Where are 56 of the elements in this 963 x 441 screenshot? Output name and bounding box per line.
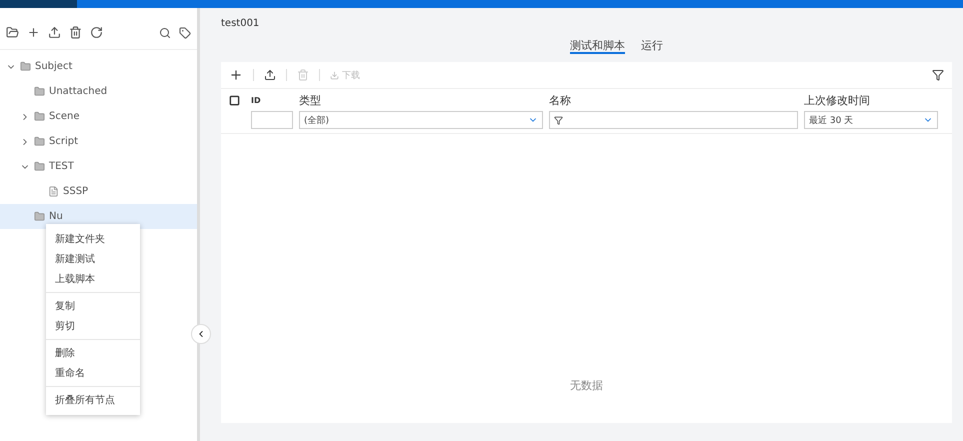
tree-item[interactable]: TEST [0, 154, 197, 179]
type-filter-dropdown[interactable]: (全部) [299, 111, 543, 129]
tab[interactable]: 测试和脚本 [570, 38, 625, 54]
menu-item[interactable]: 复制 [46, 296, 140, 316]
folder-icon [34, 136, 45, 147]
tree-item[interactable]: Scene [0, 104, 197, 129]
tree-label: SSSP [63, 186, 88, 197]
dropdown-value: (全部) [304, 114, 330, 126]
upload-icon[interactable] [48, 26, 61, 39]
folder-icon [34, 111, 45, 122]
download-icon [330, 70, 339, 80]
tree-item[interactable]: Subject [0, 54, 197, 79]
tree-label: Script [49, 136, 78, 147]
menu-item[interactable]: 折叠所有节点 [46, 390, 140, 410]
tree-label: Subject [35, 61, 72, 72]
column-header: 上次修改时间 [804, 93, 871, 108]
menu-item[interactable]: 重命名 [46, 363, 140, 383]
delete-icon[interactable] [69, 26, 82, 39]
column-header: 名称 [549, 93, 572, 108]
tag-icon[interactable] [179, 26, 191, 38]
column-header: ID [251, 96, 262, 105]
menu-item[interactable]: 上载脚本 [46, 269, 140, 289]
folder-icon [34, 161, 45, 172]
tree-item[interactable]: SSSP [0, 179, 197, 204]
menu-item[interactable]: 新建测试 [46, 249, 140, 269]
checkbox[interactable] [229, 95, 240, 106]
menu-item[interactable]: 删除 [46, 343, 140, 363]
tree-label: Unattached [49, 86, 108, 97]
upload-icon[interactable] [264, 69, 276, 81]
search-icon[interactable] [159, 26, 171, 38]
tree-label: Scene [49, 111, 80, 122]
breadcrumb: test001 [221, 18, 260, 31]
add-icon[interactable] [229, 68, 243, 82]
tab[interactable]: 运行 [641, 38, 663, 54]
name-filter-field[interactable] [549, 111, 798, 129]
refresh-icon[interactable] [90, 26, 103, 39]
folder-icon [34, 211, 45, 222]
date-filter-dropdown[interactable]: 最近 30 天 [804, 111, 938, 129]
id-filter-field[interactable] [251, 111, 293, 129]
column-header: 类型 [299, 93, 322, 108]
folder-icon[interactable] [6, 26, 19, 39]
add-icon[interactable] [27, 26, 40, 39]
tree-item[interactable]: Script [0, 129, 197, 154]
filter-icon[interactable] [932, 69, 944, 81]
menu-item[interactable]: 新建文件夹 [46, 229, 140, 249]
tree-label: TEST [49, 161, 74, 172]
tree-item[interactable]: Nu [0, 204, 197, 229]
filter-icon [554, 116, 563, 124]
tree-label: Nu [49, 211, 63, 222]
tree-item[interactable]: Unattached [0, 79, 197, 104]
folder-icon [20, 61, 31, 72]
empty-message: 无数据 [570, 378, 603, 393]
folder-icon [34, 86, 45, 97]
dropdown-value: 最近 30 天 [809, 114, 854, 126]
menu-item[interactable]: 剪切 [46, 316, 140, 336]
file-icon [48, 186, 59, 197]
